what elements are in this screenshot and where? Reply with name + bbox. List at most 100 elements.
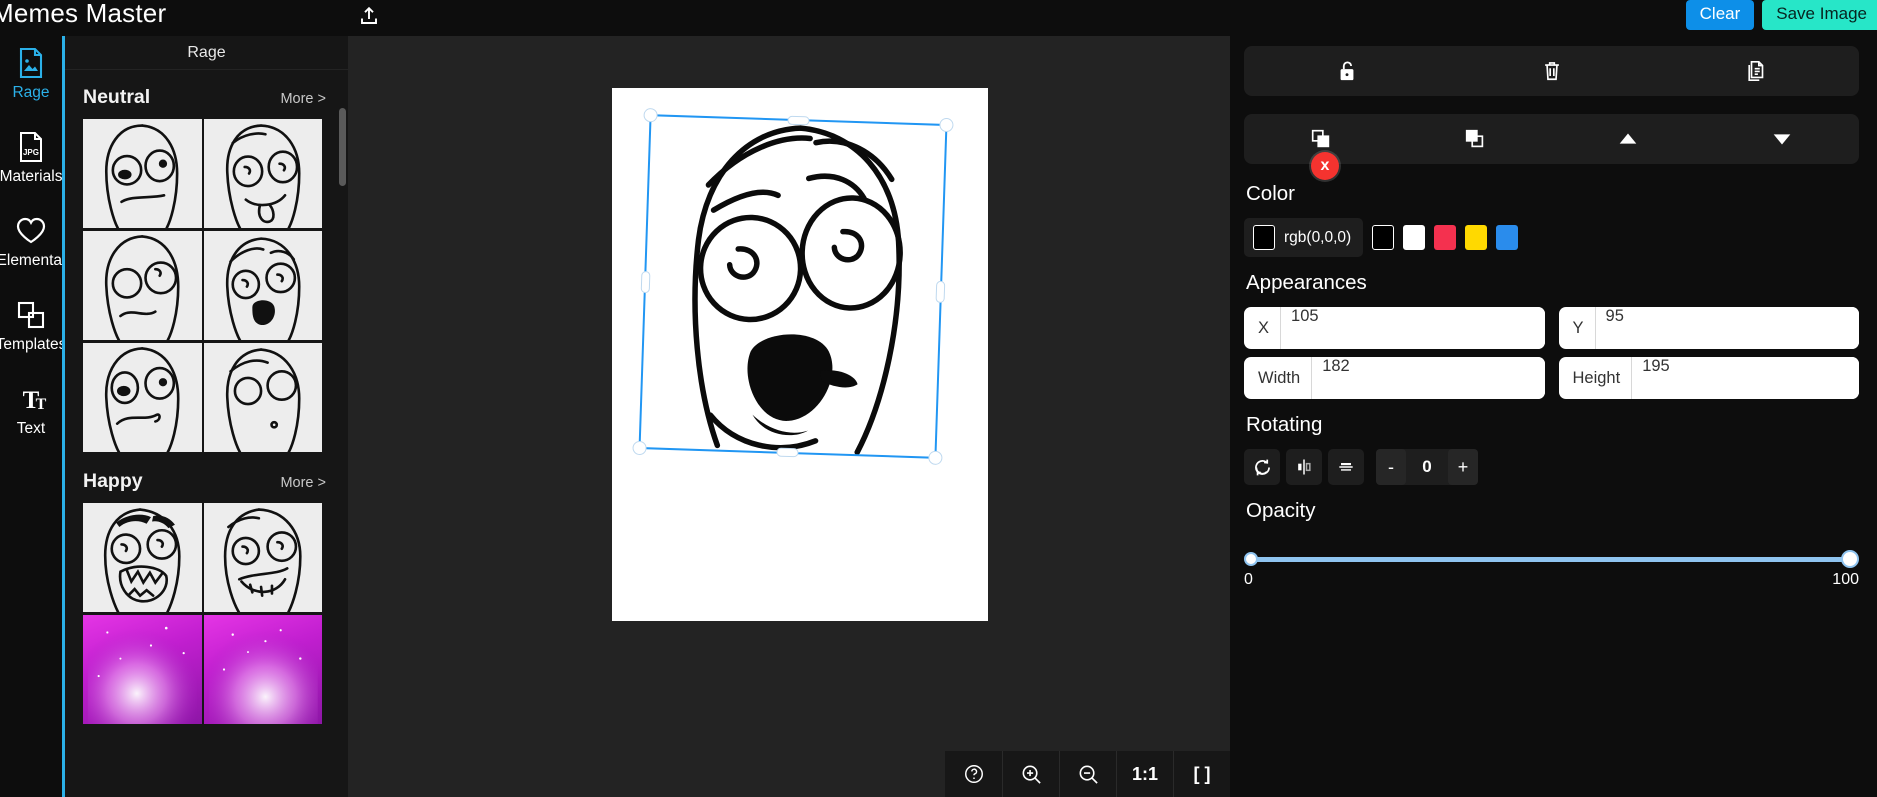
send-to-back-button[interactable]: [1398, 114, 1552, 164]
rage-face-art: [104, 235, 180, 340]
thumb-item[interactable]: [203, 119, 322, 228]
selection-box[interactable]: [632, 107, 954, 466]
rotate-button[interactable]: [1244, 449, 1280, 485]
thumb-item[interactable]: [203, 503, 322, 612]
thumb-grid-happy: [65, 503, 348, 724]
sidebar-item-materials[interactable]: JPG Materials: [0, 130, 62, 186]
help-button[interactable]: [945, 751, 1002, 797]
delete-selection-button[interactable]: x: [1311, 152, 1339, 180]
rotating-controls: - 0 +: [1244, 449, 1859, 485]
thumb-item[interactable]: [83, 503, 202, 612]
sidebar-label-elemental: Elemental: [0, 252, 66, 269]
properties-panel: Color rgb(0,0,0) Appearances X 105 Y 95 …: [1230, 36, 1877, 797]
delete-button[interactable]: [1449, 46, 1654, 96]
move-down-icon: [1773, 134, 1791, 145]
thumb-item[interactable]: [83, 119, 202, 228]
opacity-min-label: 0: [1244, 571, 1253, 588]
x-label: X: [1244, 307, 1282, 349]
width-field[interactable]: Width 182: [1244, 357, 1545, 399]
height-field[interactable]: Height 195: [1558, 357, 1859, 399]
opacity-slider-track[interactable]: [1247, 557, 1856, 562]
sidebar-item-elemental[interactable]: Elemental: [0, 214, 66, 270]
thumb-item[interactable]: [203, 231, 322, 340]
rage-face-art: [225, 124, 301, 228]
height-value[interactable]: 195: [1632, 357, 1859, 399]
rage-face-art: [225, 348, 301, 452]
zoom-out-icon: [1079, 765, 1098, 784]
flip-horizontal-button[interactable]: [1286, 449, 1322, 485]
opacity-slider[interactable]: 0 100: [1244, 549, 1859, 589]
lock-button[interactable]: [1244, 46, 1449, 96]
flip-vertical-icon: [1339, 463, 1353, 471]
width-value[interactable]: 182: [1312, 357, 1545, 399]
color-swatch-blue[interactable]: [1496, 225, 1519, 250]
thumb-item[interactable]: [83, 615, 202, 724]
fit-screen-button[interactable]: [ ]: [1173, 751, 1230, 797]
group-more-neutral[interactable]: More >: [280, 91, 326, 107]
x-value[interactable]: 105: [1281, 307, 1545, 349]
x-field[interactable]: X 105: [1244, 307, 1545, 349]
canvas-stage[interactable]: x 1:1 []: [348, 36, 1339, 797]
height-label: Height: [1559, 357, 1633, 399]
send-to-back-icon: [1465, 129, 1483, 148]
galaxy-thumb-art: [208, 615, 318, 724]
sidebar-item-rage[interactable]: Rage: [0, 46, 62, 102]
zoom-in-button[interactable]: [1002, 751, 1059, 797]
sidebar-label-templates: Templates: [0, 336, 67, 353]
clear-button[interactable]: Clear: [1685, 0, 1755, 30]
layers-icon: [14, 298, 48, 332]
category-scroll-area[interactable]: Neutral More > Happy More >: [65, 70, 348, 797]
current-color-value: rgb(0,0,0): [1284, 228, 1352, 246]
rage-face-art: [104, 124, 179, 228]
current-color-swatch: [1253, 225, 1275, 250]
flip-horizontal-icon: [1298, 459, 1311, 475]
category-header: Rage: [65, 36, 348, 70]
group-happy: Happy More >: [65, 454, 348, 726]
app-root: Memes Master Clear Save Image Rage JPG M…: [0, 0, 1877, 797]
color-swatch-red[interactable]: [1434, 225, 1457, 250]
duplicate-icon: [1747, 61, 1763, 81]
opacity-slider-min-handle[interactable]: [1244, 552, 1258, 566]
upload-button[interactable]: [350, 0, 388, 34]
opacity-slider-max-handle[interactable]: [1841, 550, 1859, 568]
sidebar-item-text[interactable]: T T Text: [0, 382, 62, 438]
group-more-happy[interactable]: More >: [280, 475, 326, 491]
group-title-neutral: Neutral: [83, 86, 151, 108]
help-circle-icon: [964, 765, 983, 783]
current-color-picker[interactable]: rgb(0,0,0): [1244, 218, 1364, 257]
resize-handle-right-middle[interactable]: [935, 280, 946, 303]
left-rail: Rage JPG Materials Elemental Templates T…: [0, 36, 66, 797]
rotation-value[interactable]: 0: [1406, 457, 1448, 477]
y-value[interactable]: 95: [1595, 307, 1859, 349]
thumb-item[interactable]: [83, 231, 202, 340]
save-image-button[interactable]: Save Image: [1762, 0, 1877, 30]
sidebar-label-rage: Rage: [12, 84, 50, 101]
rotation-increment-button[interactable]: +: [1448, 449, 1478, 485]
actual-size-button[interactable]: 1:1: [1116, 751, 1173, 797]
rotation-decrement-button[interactable]: -: [1376, 449, 1406, 485]
resize-handle-top-middle[interactable]: [787, 115, 810, 126]
thumb-item[interactable]: [83, 343, 202, 452]
resize-handle-bottom-middle[interactable]: [776, 447, 799, 458]
sidebar-label-text: Text: [16, 420, 46, 437]
flip-vertical-button[interactable]: [1328, 449, 1364, 485]
move-up-button[interactable]: [1552, 114, 1706, 164]
move-down-button[interactable]: [1705, 114, 1859, 164]
thumb-item[interactable]: [203, 343, 322, 452]
resize-handle-top-left[interactable]: [643, 107, 658, 123]
resize-handle-left-middle[interactable]: [640, 270, 651, 293]
zoom-out-button[interactable]: [1059, 751, 1116, 797]
color-swatch-black[interactable]: [1372, 225, 1395, 250]
trash-icon: [1544, 62, 1559, 81]
sidebar-item-templates[interactable]: Templates: [0, 298, 66, 354]
thumb-item[interactable]: [203, 615, 322, 724]
y-label: Y: [1559, 307, 1596, 349]
color-row: rgb(0,0,0): [1244, 218, 1859, 257]
width-label: Width: [1244, 357, 1313, 399]
color-section-title: Color: [1246, 182, 1295, 205]
color-swatch-yellow[interactable]: [1465, 225, 1488, 250]
y-field[interactable]: Y 95: [1558, 307, 1859, 349]
color-swatch-white[interactable]: [1403, 225, 1426, 250]
category-scrollbar[interactable]: [339, 108, 346, 186]
duplicate-button[interactable]: [1654, 46, 1859, 96]
